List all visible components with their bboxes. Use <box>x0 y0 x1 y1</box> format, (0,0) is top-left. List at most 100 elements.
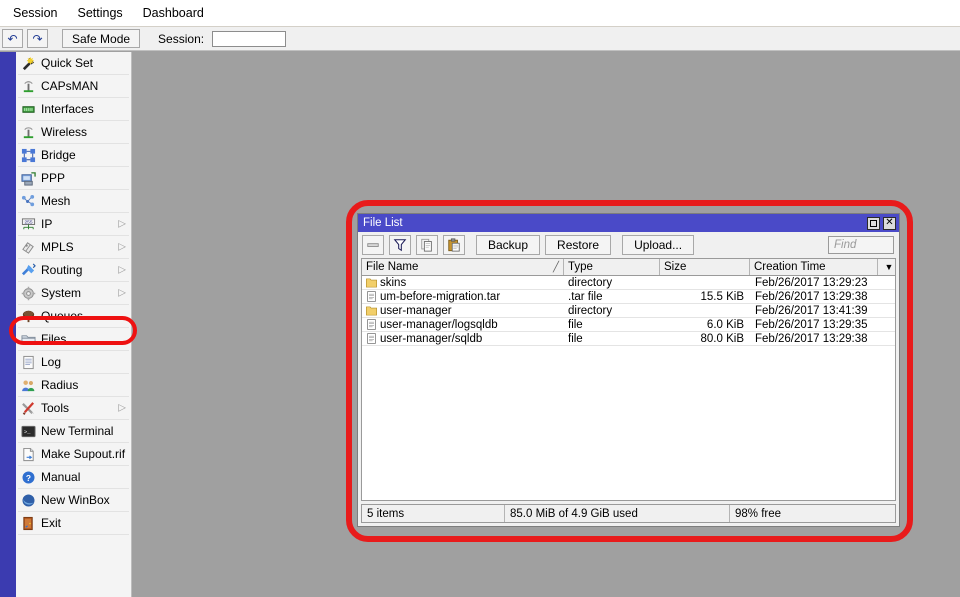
safe-mode-button[interactable]: Safe Mode <box>62 29 141 48</box>
table-row[interactable]: skins directory Feb/26/2017 13:29:23 <box>362 276 895 290</box>
upload-button[interactable]: Upload... <box>622 235 695 255</box>
cell-file-name: skins <box>362 276 564 289</box>
folder-icon <box>20 331 36 347</box>
menu-item-settings[interactable]: Settings <box>68 3 131 23</box>
cell-creation-time: Feb/26/2017 13:29:38 <box>755 332 868 345</box>
backup-button[interactable]: Backup <box>476 235 541 255</box>
sidebar-item-log[interactable]: Log <box>16 351 131 373</box>
column-header-size[interactable]: Size <box>660 259 750 275</box>
sidebar-item-label: Mesh <box>41 194 71 208</box>
sidebar-item-system[interactable]: System ▷ <box>16 282 131 304</box>
sidebar-item-files[interactable]: Files <box>16 328 131 350</box>
redo-button[interactable]: ↷ <box>27 29 48 48</box>
sidebar-item-wireless[interactable]: Wireless <box>16 121 131 143</box>
filter-button[interactable] <box>389 235 411 255</box>
sidebar-item-label: PPP <box>41 171 66 185</box>
column-chooser-button[interactable]: ▼ <box>878 259 895 275</box>
cell-file-name: um-before-migration.tar <box>362 290 564 303</box>
sidebar-item-label: Make Supout.rif <box>41 447 126 461</box>
cell-type: .tar file <box>568 290 603 303</box>
sidebar-item-exit[interactable]: Exit <box>16 512 131 534</box>
close-button[interactable]: ✕ <box>883 216 896 230</box>
chevron-right-icon: ▷ <box>118 287 126 299</box>
system-gear-icon <box>20 285 36 301</box>
sidebar-item-label: Exit <box>41 516 62 530</box>
sidebar-item-label: MPLS <box>41 240 74 254</box>
sidebar-item-label: Queues <box>41 309 84 323</box>
undo-button[interactable]: ↶ <box>2 29 23 48</box>
folder-icon <box>365 305 377 316</box>
table-row[interactable]: user-manager directory Feb/26/2017 13:41… <box>362 304 895 318</box>
column-header-label: Creation Time <box>754 261 826 273</box>
cell-size: 6.0 KiB <box>706 318 744 331</box>
folder-icon <box>365 277 377 288</box>
filter-funnel-icon <box>393 239 407 252</box>
sidebar-item-ppp[interactable]: PPP <box>16 167 131 189</box>
capsman-icon <box>20 78 36 94</box>
sidebar-item-mpls[interactable]: MPLS ▷ <box>16 236 131 258</box>
sidebar-item-new-winbox[interactable]: New WinBox <box>16 489 131 511</box>
sidebar-item-tools[interactable]: Tools ▷ <box>16 397 131 419</box>
table-row[interactable]: um-before-migration.tar .tar file 15.5 K… <box>362 290 895 304</box>
chevron-right-icon: ▷ <box>118 264 126 276</box>
cell-file-name: user-manager <box>362 304 564 317</box>
sidebar-item-quick-set[interactable]: Quick Set <box>16 52 131 74</box>
file-name-text: um-before-migration.tar <box>380 290 501 303</box>
column-header-label: Size <box>664 261 687 273</box>
copy-icon <box>421 238 432 252</box>
column-header-label: File Name <box>366 261 419 273</box>
menu-item-dashboard[interactable]: Dashboard <box>134 3 213 23</box>
sidebar-item-queues[interactable]: Queues <box>16 305 131 327</box>
sidebar-item-bridge[interactable]: Bridge <box>16 144 131 166</box>
column-header-creation-time[interactable]: Creation Time <box>750 259 878 275</box>
cell-creation-time: Feb/26/2017 13:41:39 <box>755 304 868 317</box>
file-name-text: user-manager/sqldb <box>380 332 483 345</box>
log-icon <box>20 354 36 370</box>
cell-file-name: user-manager/logsqldb <box>362 318 564 331</box>
cell-creation-time: Feb/26/2017 13:29:35 <box>755 318 868 331</box>
svg-text:?: ? <box>25 472 30 482</box>
sidebar-item-make-supout[interactable]: Make Supout.rif <box>16 443 131 465</box>
ip-icon: 255 <box>20 216 36 232</box>
cell-size <box>660 304 750 317</box>
find-input[interactable]: Find <box>828 236 894 254</box>
restore-button[interactable] <box>867 216 880 230</box>
sidebar-item-label: New WinBox <box>41 493 110 507</box>
sidebar-item-ip[interactable]: 255 IP ▷ <box>16 213 131 235</box>
radius-users-icon <box>20 377 36 393</box>
sidebar-item-label: IP <box>41 217 53 231</box>
table-row[interactable]: user-manager/logsqldb file 6.0 KiB Feb/2… <box>362 318 895 332</box>
sidebar-item-radius[interactable]: Radius <box>16 374 131 396</box>
divider <box>18 534 129 535</box>
paste-button[interactable] <box>443 235 465 255</box>
cell-type: file <box>568 318 583 331</box>
sidebar-item-label: Log <box>41 355 62 369</box>
restore-file-button[interactable]: Restore <box>545 235 612 255</box>
paste-clipboard-icon <box>448 238 460 252</box>
menu-item-session[interactable]: Session <box>4 3 66 23</box>
copy-button[interactable] <box>416 235 438 255</box>
sidebar-item-mesh[interactable]: Mesh <box>16 190 131 212</box>
table-empty-area[interactable] <box>362 346 895 500</box>
undo-arrow-icon: ↶ <box>7 31 18 46</box>
sidebar-item-label: Interfaces <box>41 102 94 116</box>
sidebar-item-new-terminal[interactable]: >_ New Terminal <box>16 420 131 442</box>
column-header-type[interactable]: Type <box>564 259 660 275</box>
remove-button[interactable] <box>362 235 384 255</box>
wireless-icon <box>20 124 36 140</box>
session-input[interactable] <box>212 30 287 47</box>
sidebar-item-routing[interactable]: Routing ▷ <box>16 259 131 281</box>
file-table: File Name ╱ Type Size Creation Time ▼ sk… <box>361 258 896 501</box>
svg-text:>_: >_ <box>23 428 30 435</box>
cell-type: directory <box>568 304 613 317</box>
sidebar-menu: Quick Set CAPsMAN Interfaces Wireless Br… <box>16 52 132 597</box>
sidebar-item-interfaces[interactable]: Interfaces <box>16 98 131 120</box>
file-icon <box>365 333 377 344</box>
table-row[interactable]: user-manager/sqldb file 80.0 KiB Feb/26/… <box>362 332 895 346</box>
file-list-titlebar[interactable]: File List ✕ <box>358 214 899 232</box>
sidebar-item-manual[interactable]: ? Manual <box>16 466 131 488</box>
sidebar-item-label: Tools <box>41 401 70 415</box>
column-header-file-name[interactable]: File Name ╱ <box>362 259 564 275</box>
sidebar-item-capsman[interactable]: CAPsMAN <box>16 75 131 97</box>
file-name-text: user-manager/logsqldb <box>380 318 498 331</box>
